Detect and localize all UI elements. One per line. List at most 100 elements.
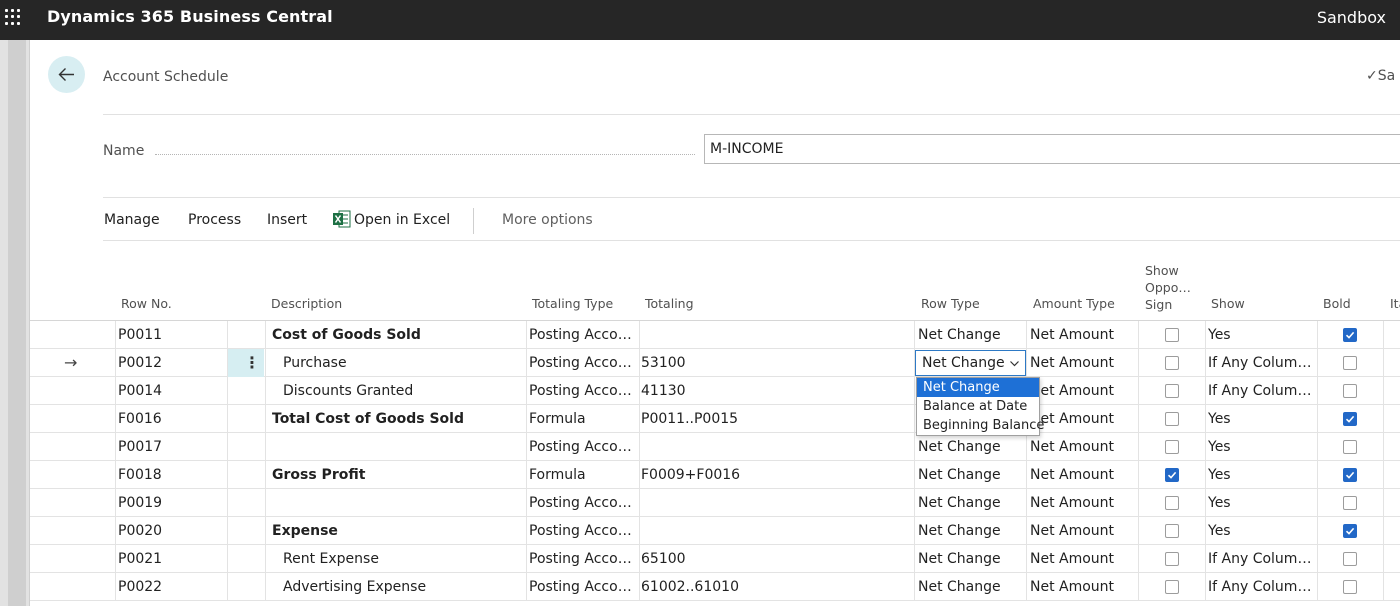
cell-amount-type[interactable]: Net Amount — [1030, 377, 1136, 405]
cell-totaling-type[interactable]: Posting Accou… — [529, 321, 637, 349]
cell-totaling-type[interactable]: Posting Accou… — [529, 517, 637, 545]
bold-checkbox[interactable] — [1343, 580, 1357, 594]
row-type-select[interactable]: Net Change — [915, 350, 1026, 376]
column-header-totaling-type[interactable]: Totaling Type — [532, 295, 613, 312]
cell-totaling-type[interactable]: Posting Accou… — [529, 433, 637, 461]
cell-show[interactable]: If Any Column… — [1208, 349, 1314, 377]
app-title[interactable]: Dynamics 365 Business Central — [47, 7, 333, 26]
cell-show[interactable]: Yes — [1208, 461, 1314, 489]
cell-description[interactable]: Total Cost of Goods Sold — [272, 405, 524, 433]
cell-row-type[interactable]: Net Change — [918, 321, 1023, 349]
cell-description[interactable] — [272, 433, 524, 461]
cell-row-no[interactable]: P0019 — [118, 489, 223, 517]
cell-row-type[interactable]: Net Change — [918, 461, 1023, 489]
cell-amount-type[interactable]: Net Amount — [1030, 517, 1136, 545]
cell-amount-type[interactable]: Net Amount — [1030, 405, 1136, 433]
bold-checkbox[interactable] — [1343, 384, 1357, 398]
cell-row-no[interactable]: P0017 — [118, 433, 223, 461]
cell-row-type[interactable]: Net Change — [918, 489, 1023, 517]
column-header-description[interactable]: Description — [271, 295, 342, 312]
show-opposite-sign-checkbox[interactable] — [1165, 384, 1179, 398]
cell-description[interactable]: Cost of Goods Sold — [272, 321, 524, 349]
show-opposite-sign-checkbox[interactable] — [1165, 440, 1179, 454]
table-row[interactable]: → ⋮ P0012 Purchase Posting Accou… 53100 Net Ch… — [30, 349, 1400, 377]
cell-totaling[interactable]: F0009+F0016 — [641, 461, 911, 489]
show-opposite-sign-checkbox[interactable] — [1165, 328, 1179, 342]
cell-row-type[interactable]: Net Change — [918, 517, 1023, 545]
bold-checkbox[interactable] — [1343, 328, 1357, 342]
cell-row-no[interactable]: P0011 — [118, 321, 223, 349]
show-opposite-sign-checkbox[interactable] — [1165, 552, 1179, 566]
column-header-italic[interactable]: Ita — [1390, 295, 1400, 312]
dropdown-option-balance-at-date[interactable]: Balance at Date — [917, 397, 1039, 416]
cell-totaling-type[interactable]: Formula — [529, 461, 637, 489]
cell-description[interactable]: Purchase — [283, 349, 523, 377]
cell-amount-type[interactable]: Net Amount — [1030, 461, 1136, 489]
show-opposite-sign-checkbox[interactable] — [1165, 356, 1179, 370]
column-header-amount-type[interactable]: Amount Type — [1033, 295, 1115, 312]
cell-row-no[interactable]: F0018 — [118, 461, 223, 489]
cell-totaling-type[interactable]: Posting Accou… — [529, 573, 637, 601]
process-action[interactable]: Process — [188, 212, 241, 228]
cell-row-no[interactable]: P0020 — [118, 517, 223, 545]
bold-checkbox[interactable] — [1343, 524, 1357, 538]
cell-show[interactable]: If Any Column… — [1208, 377, 1314, 405]
cell-show[interactable]: Yes — [1208, 517, 1314, 545]
bold-checkbox[interactable] — [1343, 412, 1357, 426]
bold-checkbox[interactable] — [1343, 496, 1357, 510]
bold-checkbox[interactable] — [1343, 468, 1357, 482]
cell-row-type[interactable]: Net Change — [918, 433, 1023, 461]
dropdown-option-beginning-balance[interactable]: Beginning Balance — [917, 416, 1044, 435]
table-row[interactable]: P0017 Posting Accou… Net Change Net Amount Y… — [30, 433, 1400, 461]
cell-amount-type[interactable]: Net Amount — [1030, 433, 1136, 461]
show-opposite-sign-checkbox[interactable] — [1165, 496, 1179, 510]
column-header-row-no[interactable]: Row No. — [121, 295, 172, 312]
cell-totaling-type[interactable]: Posting Accou… — [529, 545, 637, 573]
cell-totaling-type[interactable]: Posting Accou… — [529, 489, 637, 517]
dropdown-option-net-change[interactable]: Net Change — [917, 378, 1039, 397]
cell-totaling[interactable]: 61002..61010 — [641, 573, 911, 601]
cell-totaling-type[interactable]: Formula — [529, 405, 637, 433]
cell-description[interactable] — [272, 489, 524, 517]
cell-description[interactable]: Advertising Expense — [283, 573, 523, 601]
cell-amount-type[interactable]: Net Amount — [1030, 545, 1136, 573]
table-row[interactable]: P0022 Advertising Expense Posting Accou… 61… — [30, 573, 1400, 601]
bold-checkbox[interactable] — [1343, 356, 1357, 370]
cell-description[interactable]: Discounts Granted — [283, 377, 523, 405]
cell-show[interactable]: If Any Column… — [1208, 545, 1314, 573]
cell-totaling-type[interactable]: Posting Accou… — [529, 349, 637, 377]
cell-description[interactable]: Rent Expense — [283, 545, 523, 573]
show-opposite-sign-checkbox[interactable] — [1165, 412, 1179, 426]
cell-show[interactable]: Yes — [1208, 321, 1314, 349]
column-header-row-type[interactable]: Row Type — [921, 295, 980, 312]
cell-row-type[interactable]: Net Change — [918, 545, 1023, 573]
column-header-show[interactable]: Show — [1211, 295, 1245, 312]
show-opposite-sign-checkbox[interactable] — [1165, 580, 1179, 594]
cell-show[interactable]: Yes — [1208, 489, 1314, 517]
row-actions-button[interactable]: ⋮ — [228, 349, 264, 377]
save-button[interactable]: ✓Sa — [1366, 68, 1395, 84]
cell-amount-type[interactable]: Net Amount — [1030, 573, 1136, 601]
cell-show[interactable]: If Any Column… — [1208, 573, 1314, 601]
table-row[interactable]: P0011 Cost of Goods Sold Posting Accou… Net… — [30, 321, 1400, 349]
cell-row-no[interactable]: P0012 — [118, 349, 223, 377]
bold-checkbox[interactable] — [1343, 440, 1357, 454]
cell-row-no[interactable]: P0022 — [118, 573, 223, 601]
column-header-bold[interactable]: Bold — [1323, 295, 1351, 312]
insert-action[interactable]: Insert — [267, 212, 307, 228]
cell-totaling[interactable]: P0011..P0015 — [641, 405, 911, 433]
table-row[interactable]: P0020 Expense Posting Accou… Net Change Net … — [30, 517, 1400, 545]
show-opposite-sign-checkbox[interactable] — [1165, 468, 1179, 482]
cell-totaling[interactable]: 53100 — [641, 349, 911, 377]
cell-amount-type[interactable]: Net Amount — [1030, 349, 1136, 377]
table-row[interactable]: F0018 Gross Profit Formula F0009+F0016 Net C… — [30, 461, 1400, 489]
back-button[interactable] — [48, 56, 85, 93]
cell-totaling[interactable] — [641, 433, 911, 461]
cell-totaling[interactable] — [641, 489, 911, 517]
cell-totaling[interactable]: 41130 — [641, 377, 911, 405]
cell-description[interactable]: Gross Profit — [272, 461, 524, 489]
cell-totaling[interactable] — [641, 517, 911, 545]
table-row[interactable]: P0014 Discounts Granted Posting Accou… 4113… — [30, 377, 1400, 405]
manage-action[interactable]: Manage — [104, 212, 160, 228]
bold-checkbox[interactable] — [1343, 552, 1357, 566]
